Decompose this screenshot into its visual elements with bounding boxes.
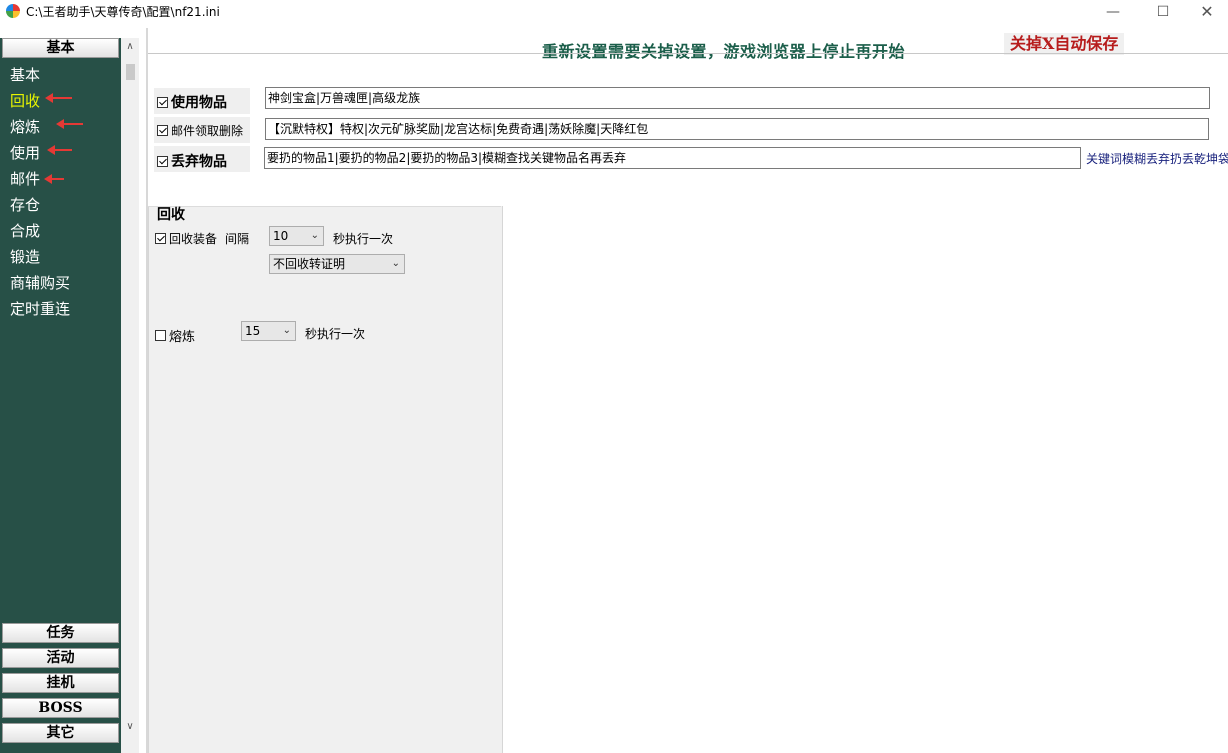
window-title: C:\王者助手\天尊传奇\配置\nf21.ini (26, 5, 220, 19)
red-arrow-icon (56, 119, 83, 129)
smelt-per-sec-label: 秒执行一次 (305, 327, 366, 341)
title-bar: C:\王者助手\天尊传奇\配置\nf21.ini — ☐ ✕ (0, 0, 1228, 26)
nav-header-other[interactable]: 其它 (2, 723, 119, 743)
sidebar: 基本 基本 回收 熔炼 使用 邮件 存仓 合成 锻造 商辅购买 定时重连 任务 … (0, 38, 121, 753)
sidebar-item-mail[interactable]: 邮件 (10, 168, 40, 189)
smelt-label: 熔炼 (169, 330, 196, 345)
sidebar-item-recycle[interactable]: 回收 (10, 90, 40, 111)
nav-header-activity[interactable]: 活动 (2, 648, 119, 668)
sidebar-item-storage[interactable]: 存仓 (10, 194, 40, 215)
scroll-up-icon[interactable]: ∧ (121, 38, 139, 56)
nav-header-basic[interactable]: 基本 (2, 38, 119, 58)
use-items-checkbox-row[interactable]: 使用物品 (157, 92, 227, 112)
sidebar-item-forge[interactable]: 锻造 (10, 246, 40, 267)
interval-label: 间隔 (225, 232, 250, 246)
nav-header-boss[interactable]: BOSS (2, 698, 119, 718)
discard-input[interactable]: 要扔的物品1|要扔的物品2|要扔的物品3|模糊查找关键物品名再丢弃 (264, 147, 1081, 169)
recycle-group (148, 206, 503, 753)
chevron-down-icon: ⌄ (310, 230, 319, 241)
recycle-mode-select[interactable]: 不回收转证明 ⌄ (269, 254, 405, 274)
discard-checkbox[interactable] (157, 155, 168, 167)
discard-checkbox-row[interactable]: 丢弃物品 (157, 151, 227, 171)
scroll-thumb[interactable] (126, 64, 135, 80)
mail-label: 邮件领取删除 (171, 124, 244, 138)
mail-checkbox[interactable] (157, 125, 168, 136)
sidebar-item-smelt[interactable]: 熔炼 (10, 116, 40, 137)
recycle-mode-value: 不回收转证明 (273, 257, 346, 271)
notice-text: 重新设置需要关掉设置，游戏浏览器上停止再开始 (542, 42, 906, 61)
sidebar-item-reconnect[interactable]: 定时重连 (10, 298, 70, 319)
sidebar-item-basic[interactable]: 基本 (10, 64, 40, 85)
divider (148, 206, 501, 207)
recycle-interval-value: 10 (273, 229, 289, 243)
recycle-per-sec-label: 秒执行一次 (333, 232, 394, 246)
smelt-row[interactable]: 熔炼 (155, 326, 195, 345)
mail-input[interactable]: 【沉默特权】特权|次元矿脉奖励|龙宫达标|免费奇遇|荡妖除魔|天降红包 (265, 118, 1209, 140)
use-items-input[interactable]: 神剑宝盒|万兽魂匣|高级龙族 (265, 87, 1210, 109)
smelt-interval-value: 15 (245, 324, 261, 338)
mail-checkbox-row[interactable]: 邮件领取删除 (157, 122, 243, 139)
recycle-group-title: 回收 (157, 207, 185, 223)
red-arrow-icon (45, 93, 72, 103)
sidebar-item-compose[interactable]: 合成 (10, 220, 40, 241)
maximize-button[interactable]: ☐ (1140, 0, 1186, 26)
use-items-label: 使用物品 (171, 95, 227, 111)
discard-hint-link[interactable]: 关键词模糊丢弃扔丢乾坤袋 (1086, 150, 1228, 167)
minimize-button[interactable]: — (1090, 0, 1136, 26)
recycle-equip-row[interactable]: 回收装备 (155, 230, 217, 247)
smelt-checkbox[interactable] (155, 330, 166, 341)
discard-label: 丢弃物品 (171, 154, 227, 170)
nav-header-idle[interactable]: 挂机 (2, 673, 119, 693)
notice-autosave-text: 关掉X自动保存 (1004, 33, 1125, 55)
notice-bar: 重新设置需要关掉设置，游戏浏览器上停止再开始 关掉X自动保存 (148, 28, 1228, 61)
red-arrow-icon (44, 174, 64, 184)
chevron-down-icon: ⌄ (391, 258, 400, 269)
red-arrow-icon (47, 145, 72, 155)
sidebar-scrollbar[interactable]: ∧ ∨ (121, 38, 139, 753)
nav-header-task[interactable]: 任务 (2, 623, 119, 643)
chevron-down-icon: ⌄ (282, 325, 291, 336)
smelt-interval-select[interactable]: 15 ⌄ (241, 321, 296, 341)
use-items-checkbox[interactable] (157, 96, 168, 108)
recycle-equip-checkbox[interactable] (155, 233, 166, 244)
recycle-equip-label: 回收装备 (169, 232, 218, 246)
app-icon (6, 4, 20, 18)
sidebar-item-shop-buy[interactable]: 商辅购买 (10, 272, 70, 293)
divider (148, 53, 1228, 54)
recycle-interval-select[interactable]: 10 ⌄ (269, 226, 324, 246)
close-button[interactable]: ✕ (1184, 0, 1228, 26)
sidebar-item-use[interactable]: 使用 (10, 142, 40, 163)
scroll-down-icon[interactable]: ∨ (121, 718, 139, 736)
